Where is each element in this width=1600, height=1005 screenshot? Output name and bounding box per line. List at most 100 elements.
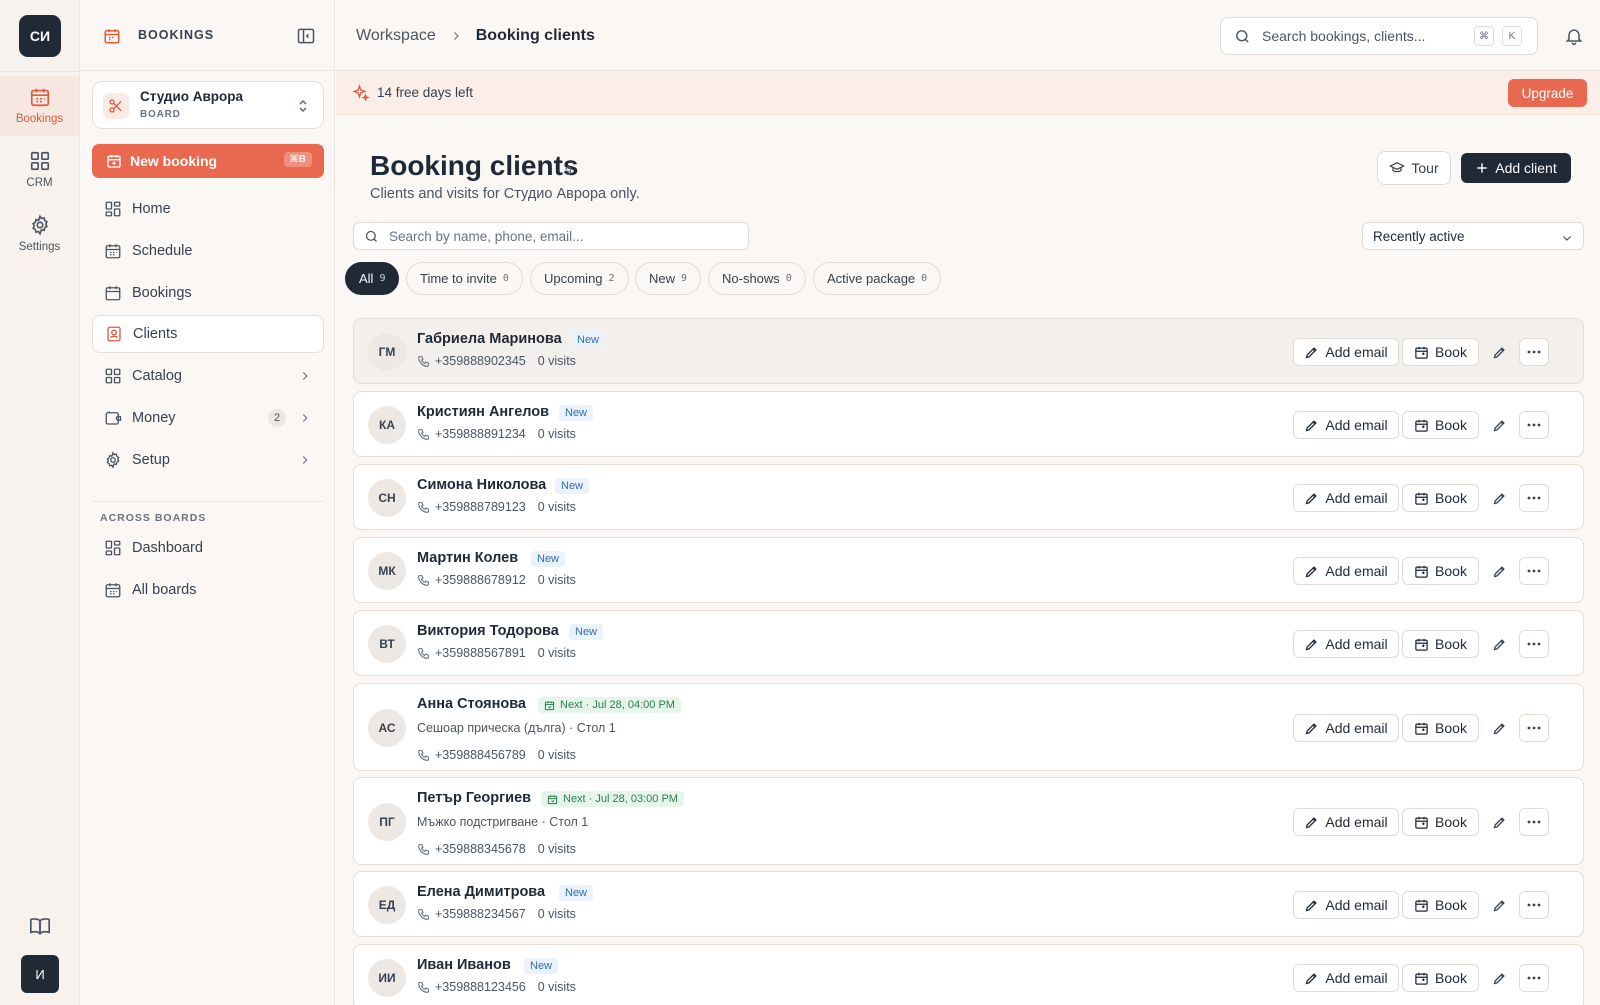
add-email-button[interactable]: Add email (1293, 891, 1399, 919)
more-actions-button[interactable] (1519, 484, 1549, 512)
workspace-logo[interactable]: СИ (19, 15, 61, 57)
calendar-icon (105, 583, 121, 598)
filter-no-shows[interactable]: No-shows 0 (708, 262, 806, 295)
rail-item-bookings[interactable]: Bookings (0, 76, 79, 136)
book-button[interactable]: Book (1402, 964, 1479, 992)
client-name[interactable]: Иван Иванов (417, 957, 511, 973)
client-row[interactable]: ВТ Виктория Тодорова New +359888567891 0 vis… (353, 610, 1584, 676)
book-button[interactable]: Book (1402, 714, 1479, 742)
client-search-input[interactable]: Search by name, phone, email... (353, 222, 749, 250)
filter-all[interactable]: All 9 (345, 262, 400, 295)
client-row[interactable]: ИИ Иван Иванов New +359888123456 0 visits Add… (353, 944, 1584, 1005)
book-button[interactable]: Book (1402, 484, 1479, 512)
sort-select[interactable]: Recently active (1362, 222, 1584, 250)
tour-button[interactable]: Tour (1377, 151, 1451, 185)
add-email-button[interactable]: Add email (1293, 484, 1399, 512)
new-booking-button[interactable]: New booking ⌘B (92, 144, 324, 178)
client-name[interactable]: Елена Димитрова (417, 884, 545, 900)
book-button[interactable]: Book (1402, 808, 1479, 836)
client-name[interactable]: Петър Георгиев (417, 790, 531, 806)
add-client-label: Add client (1495, 160, 1557, 176)
upgrade-button[interactable]: Upgrade (1508, 79, 1587, 107)
add-email-button[interactable]: Add email (1293, 411, 1399, 439)
book-button[interactable]: Book (1402, 338, 1479, 366)
add-client-button[interactable]: Add client (1461, 153, 1571, 183)
client-avatar: КА (368, 406, 406, 444)
sidebar-item-label: Clients (133, 326, 178, 342)
sidebar-item-dashboard[interactable]: Dashboard (92, 529, 324, 567)
more-actions-button[interactable] (1519, 808, 1549, 836)
add-email-button[interactable]: Add email (1293, 338, 1399, 366)
client-name[interactable]: Мартин Колев (417, 550, 518, 566)
more-actions-button[interactable] (1519, 338, 1549, 366)
book-open-icon[interactable] (29, 915, 51, 937)
pencil-icon (1304, 345, 1325, 360)
filter-new[interactable]: New 9 (635, 262, 702, 295)
more-actions-button[interactable] (1519, 411, 1549, 439)
filter-label: Time to invite (420, 271, 497, 286)
add-email-button[interactable]: Add email (1293, 964, 1399, 992)
add-email-button[interactable]: Add email (1293, 630, 1399, 658)
client-row[interactable]: ЕД Елена Димитрова New +359888234567 0 visit… (353, 871, 1584, 937)
edit-client-button[interactable] (1489, 484, 1509, 512)
sidebar-collapse-icon[interactable] (296, 26, 316, 46)
filter-count: 2 (608, 273, 615, 284)
edit-client-button[interactable] (1489, 808, 1509, 836)
book-button[interactable]: Book (1402, 630, 1479, 658)
client-row[interactable]: МК Мартин Колев New +359888678912 0 visits Ad… (353, 537, 1584, 603)
client-row[interactable]: ПГ Петър Георгиев Next · Jul 28, 03:00 PM М… (353, 777, 1584, 865)
edit-client-button[interactable] (1489, 557, 1509, 585)
global-search[interactable]: Search bookings, clients... ⌘ K (1220, 17, 1538, 55)
sidebar-item-bookings[interactable]: Bookings (92, 274, 324, 312)
edit-client-button[interactable] (1489, 714, 1509, 742)
calendar-icon (103, 27, 121, 45)
sidebar-item-catalog[interactable]: Catalog (92, 357, 324, 395)
client-row[interactable]: КА Кристиян Ангелов New +359888891234 0 visi… (353, 391, 1584, 457)
edit-client-button[interactable] (1489, 630, 1509, 658)
filter-active-package[interactable]: Active package 0 (813, 262, 942, 295)
client-row[interactable]: АС Анна Стоянова Next · Jul 28, 04:00 PM Се… (353, 683, 1584, 771)
edit-client-button[interactable] (1489, 891, 1509, 919)
sidebar-item-home[interactable]: Home (92, 190, 324, 228)
client-row[interactable]: СН Симона Николова New +359888789123 0 visit… (353, 464, 1584, 530)
add-email-button[interactable]: Add email (1293, 808, 1399, 836)
edit-client-button[interactable] (1489, 338, 1509, 366)
edit-client-button[interactable] (1489, 964, 1509, 992)
more-actions-button[interactable] (1519, 964, 1549, 992)
more-actions-button[interactable] (1519, 557, 1549, 585)
more-actions-button[interactable] (1519, 891, 1549, 919)
book-button[interactable]: Book (1402, 557, 1479, 585)
sidebar-item-schedule[interactable]: Schedule (92, 232, 324, 270)
client-name[interactable]: Габриела Маринова (417, 331, 562, 347)
client-name[interactable]: Кристиян Ангелов (417, 404, 549, 420)
more-actions-button[interactable] (1519, 630, 1549, 658)
rail-item-crm[interactable]: CRM (0, 140, 79, 200)
rail-item-settings[interactable]: Settings (0, 204, 79, 264)
kbd-cmd: ⌘ (1474, 26, 1494, 46)
user-avatar[interactable]: И (21, 955, 59, 993)
sidebar-item-money[interactable]: Money 2 (92, 399, 324, 437)
add-email-button[interactable]: Add email (1293, 714, 1399, 742)
bell-icon[interactable] (1564, 26, 1584, 46)
client-name[interactable]: Виктория Тодорова (417, 623, 559, 639)
book-button[interactable]: Book (1402, 411, 1479, 439)
filter-upcoming[interactable]: Upcoming 2 (530, 262, 629, 295)
more-actions-button[interactable] (1519, 714, 1549, 742)
sidebar-item-all-boards[interactable]: All boards (92, 571, 324, 609)
sidebar-item-clients[interactable]: Clients (92, 315, 324, 353)
client-search-placeholder: Search by name, phone, email... (389, 229, 584, 244)
client-name[interactable]: Симона Николова (417, 477, 546, 493)
add-email-button[interactable]: Add email (1293, 557, 1399, 585)
client-name[interactable]: Анна Стоянова (417, 696, 526, 712)
add-email-label: Add email (1325, 720, 1388, 736)
edit-client-button[interactable] (1489, 411, 1509, 439)
add-email-label: Add email (1325, 490, 1388, 506)
new-badge: New (555, 478, 590, 494)
client-row[interactable]: ГМ Габриела Маринова New +359888902345 0 vis… (353, 318, 1584, 384)
book-button[interactable]: Book (1402, 891, 1479, 919)
breadcrumb-workspace[interactable]: Workspace (356, 27, 436, 45)
filter-time-to-invite[interactable]: Time to invite 0 (406, 262, 523, 295)
sidebar-header: BOOKINGS (80, 0, 334, 71)
sidebar-item-setup[interactable]: Setup (92, 441, 324, 479)
board-selector[interactable]: Студио Аврора BOARD (92, 81, 324, 129)
